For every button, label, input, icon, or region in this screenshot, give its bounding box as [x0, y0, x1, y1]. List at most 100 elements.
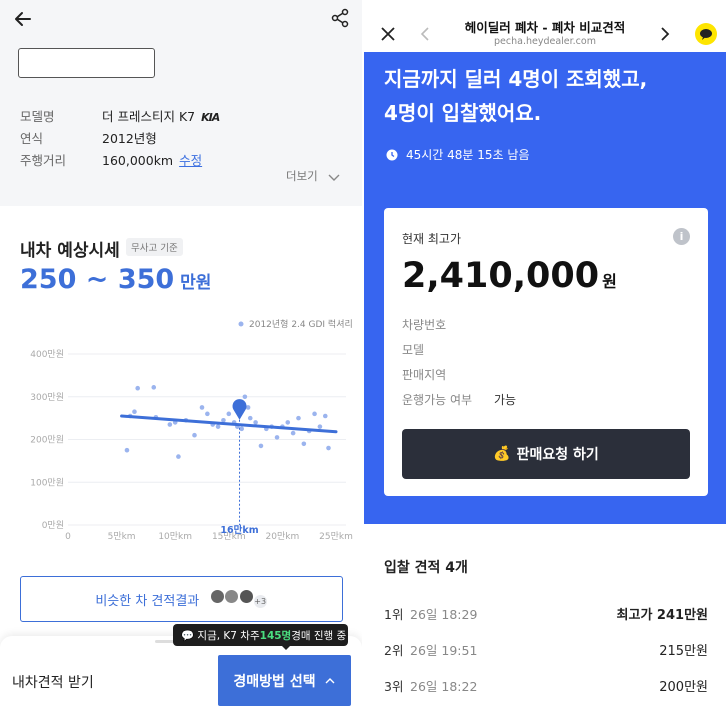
- time-remaining: 45시간 48분 15초 남음: [386, 146, 530, 163]
- clock-icon: [386, 149, 398, 160]
- data-point: [242, 394, 248, 400]
- tooltip-arrow: [281, 645, 291, 650]
- chevron-up-icon: [325, 677, 335, 683]
- data-point: [176, 454, 181, 459]
- auction-method-button[interactable]: 경매방법 선택: [218, 655, 351, 706]
- kakao-chat-icon[interactable]: [694, 22, 718, 46]
- more-label: 더보기: [286, 169, 318, 183]
- price-amount: 2,410,000: [402, 256, 600, 296]
- bid-amount: 200만원: [659, 680, 708, 695]
- sell-label: 판매요청 하기: [516, 447, 599, 463]
- spec-label-model: 모델명: [20, 109, 55, 124]
- tooltip-suffix: 경매 진행 중: [291, 629, 347, 642]
- data-point: [124, 447, 130, 453]
- no-accident-tag: 무사고 기준: [126, 238, 183, 256]
- row-label-drivable: 운행가능 여부: [402, 393, 473, 407]
- data-point: [192, 432, 197, 438]
- avatar-more-count: +3: [252, 594, 268, 609]
- spec-label-mileage: 주행거리: [20, 153, 67, 168]
- browser-url: pecha.heydealer.com: [494, 36, 596, 47]
- headline-line-2: 4명이 입찰했어요.: [384, 101, 542, 125]
- data-point: [215, 424, 221, 429]
- receive-estimate-label: 내차견적 받기: [12, 675, 94, 691]
- x-tick-label: 10만km: [158, 531, 192, 542]
- row-label-region: 판매지역: [402, 368, 447, 382]
- data-point: [132, 409, 137, 415]
- info-icon[interactable]: i: [673, 228, 690, 245]
- data-point: [274, 435, 280, 440]
- data-point: [296, 415, 301, 421]
- mileage-value: 160,000km: [102, 153, 174, 168]
- bid-amount: 최고가 241만원: [616, 608, 708, 623]
- spec-value-mileage: 160,000km 수정: [102, 150, 202, 169]
- bid-time: 26일 18:29: [410, 607, 478, 622]
- marker-label: 16만km: [220, 524, 258, 536]
- row-label-plate: 차량번호: [402, 318, 447, 332]
- data-point: [239, 426, 244, 432]
- trend-line: [120, 414, 338, 434]
- data-point: [317, 424, 323, 429]
- current-top-price: 2,410,000 원: [402, 256, 617, 296]
- price-scatter-chart: 2012년형 2.4 GDI 럭셔리 0만원 100만원 200만원 300만원 400만…: [30, 318, 353, 542]
- data-point: [135, 385, 140, 391]
- x-tick-label: 0: [65, 532, 71, 542]
- row-label-model: 모델: [402, 343, 425, 357]
- data-point: [290, 430, 296, 436]
- tooltip-prefix: 💬 지금, K7 차주: [181, 629, 260, 642]
- tooltip-count: 145명: [259, 629, 292, 642]
- price-range: 250 ~ 350 만원: [20, 264, 211, 295]
- license-plate-field: [18, 48, 155, 78]
- top-price-card: 현재 최고가 i 2,410,000 원 차량번호 모델 판매지역 운행가능 여부…: [384, 208, 708, 496]
- y-tick-label: 300만원: [30, 392, 64, 403]
- avatar-group: +3: [210, 589, 268, 609]
- price-low: 250: [20, 264, 77, 295]
- back-arrow-icon[interactable]: [12, 8, 34, 30]
- model-name: 더 프레스티지 K7: [102, 109, 196, 124]
- avatar: [224, 589, 240, 604]
- auction-headline: 지금까지 딜러 4명이 조회했고, 4명이 입찰했어요.: [384, 62, 647, 130]
- share-icon[interactable]: [330, 8, 350, 28]
- x-tick-label: 25만km: [319, 531, 353, 542]
- headline-line-1: 지금까지 딜러 4명이 조회했고,: [384, 67, 648, 91]
- bid-time: 26일 18:22: [410, 679, 478, 694]
- live-auction-tooltip: 💬 지금, K7 차주 145명 경매 진행 중: [173, 624, 348, 646]
- data-point: [167, 422, 173, 427]
- legend-label: 2012년형 2.4 GDI 럭셔리: [249, 318, 353, 330]
- timer-text: 45시간 48분 15초 남음: [406, 148, 530, 162]
- my-car-marker: [232, 399, 247, 420]
- price-high: 350: [117, 264, 175, 295]
- y-tick-label: 100만원: [30, 477, 64, 488]
- spec-value-model: 더 프레스티지 K7 KIA: [102, 106, 220, 125]
- data-point: [258, 443, 264, 449]
- chevron-right-icon[interactable]: [660, 26, 670, 42]
- right-panel: 헤이딜러 폐차 - 폐차 비교견적 pecha.heydealer.com 지금…: [364, 0, 726, 707]
- similar-car-results-button[interactable]: 비슷한 차 견적결과 +3: [20, 576, 343, 622]
- section-title: 내차 예상시세: [20, 241, 120, 261]
- x-tick-label: 20만km: [266, 531, 300, 542]
- money-bag-icon: 💰: [493, 446, 511, 462]
- x-tick-label: 5만km: [108, 531, 136, 542]
- y-tick-label: 0만원: [42, 520, 64, 531]
- data-point: [322, 413, 328, 419]
- bid-time: 26일 19:51: [410, 643, 478, 658]
- y-tick-label: 200만원: [30, 435, 64, 446]
- avatar: [238, 589, 254, 604]
- more-button[interactable]: 더보기: [286, 168, 341, 184]
- bid-rank: 1위: [384, 607, 404, 622]
- data-point: [285, 420, 291, 425]
- row-value-drivable: 가능: [494, 393, 517, 407]
- left-panel: 모델명 더 프레스티지 K7 KIA 연식 2012년형 주행거리 160,000…: [0, 0, 362, 707]
- sell-request-button[interactable]: 💰 판매요청 하기: [402, 429, 690, 479]
- data-point: [205, 411, 210, 417]
- spec-label-year: 연식: [20, 131, 44, 146]
- similar-label: 비슷한 차 견적결과: [95, 593, 200, 609]
- data-point: [301, 441, 307, 447]
- data-point: [312, 411, 317, 417]
- bids-title: 입찰 견적 4개: [384, 560, 468, 576]
- bid-rank: 3위: [384, 679, 404, 694]
- kia-logo: KIA: [201, 111, 220, 124]
- data-point: [253, 420, 258, 425]
- price-unit: 만원: [174, 273, 212, 293]
- edit-mileage-link[interactable]: 수정: [179, 153, 202, 168]
- bid-rank: 2위: [384, 643, 404, 658]
